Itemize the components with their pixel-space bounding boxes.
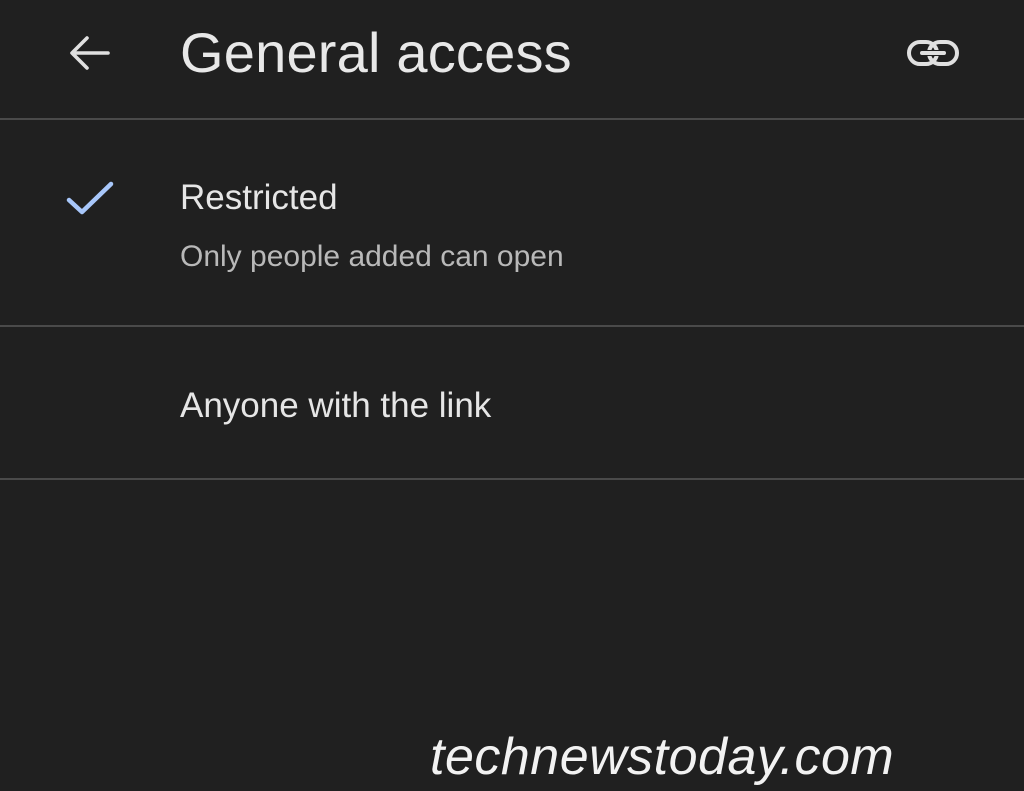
option-restricted[interactable]: Restricted Only people added can open: [0, 120, 1024, 325]
copy-link-button[interactable]: [900, 30, 966, 76]
option-anyone-with-link[interactable]: Anyone with the link: [0, 328, 1024, 478]
watermark: technewstoday.com: [430, 728, 895, 786]
arrow-left-icon: [70, 36, 110, 70]
back-button[interactable]: [62, 28, 116, 78]
divider: [0, 478, 1024, 480]
page-title: General access: [180, 21, 572, 84]
option-label: Anyone with the link: [180, 386, 492, 425]
app-bar: General access: [0, 0, 1024, 118]
option-description: Only people added can open: [180, 240, 564, 273]
check-icon: [66, 181, 114, 215]
option-label: Restricted: [180, 178, 338, 217]
divider: [0, 325, 1024, 327]
link-icon: [907, 40, 959, 66]
